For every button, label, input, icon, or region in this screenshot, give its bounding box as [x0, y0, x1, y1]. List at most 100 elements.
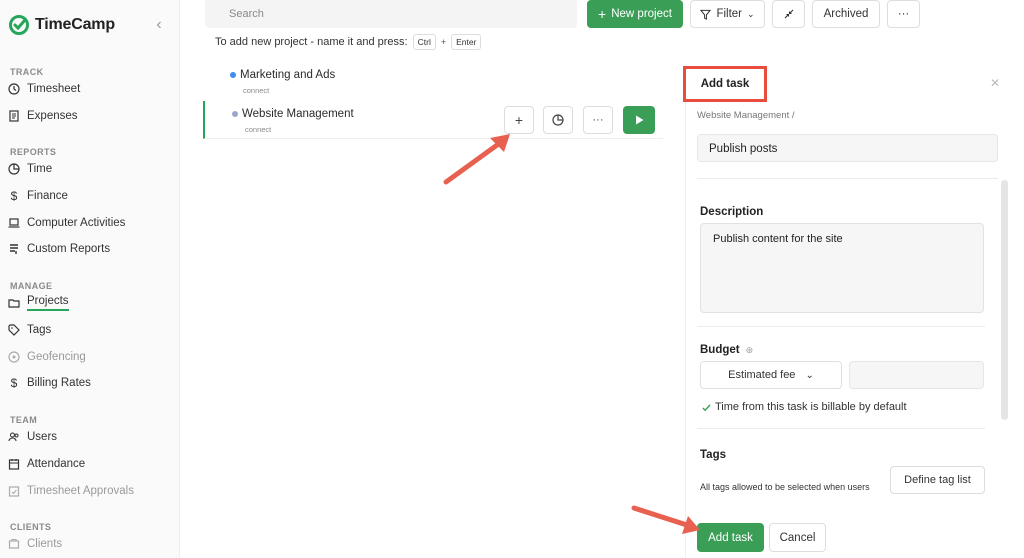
sidebar-item-finance[interactable]: $ Finance	[8, 185, 173, 207]
users-icon	[8, 431, 20, 443]
collapse-sidebar-icon[interactable]: ‹	[152, 16, 166, 34]
sidebar-item-time[interactable]: Time	[8, 158, 173, 180]
sidebar: TimeCamp ‹ TRACK Timesheet Expenses REPO…	[0, 0, 180, 558]
sidebar-item-expenses[interactable]: Expenses	[8, 105, 173, 127]
description-textarea[interactable]: Publish content for the site	[700, 223, 984, 313]
archived-button[interactable]: Archived	[812, 0, 880, 28]
tags-hint: All tags allowed to be selected when use…	[700, 482, 870, 492]
billable-text: Time from this task is billable by defau…	[715, 401, 907, 413]
panel-title: Add task	[700, 78, 750, 90]
panel-scrollbar[interactable]	[1001, 180, 1008, 420]
start-timer-button[interactable]	[623, 106, 655, 134]
cancel-button[interactable]: Cancel	[769, 523, 826, 552]
search-input[interactable]: Search	[205, 0, 577, 28]
project-name[interactable]: Website Management	[242, 108, 354, 120]
sidebar-item-label: Attendance	[27, 458, 86, 470]
project-connect-link[interactable]: connect	[245, 125, 271, 134]
project-color-dot	[230, 72, 236, 78]
folder-icon	[8, 297, 20, 309]
archived-label: Archived	[823, 8, 869, 20]
sidebar-item-timesheet[interactable]: Timesheet	[8, 78, 173, 100]
more-options-button[interactable]: ···	[887, 0, 920, 28]
sidebar-item-timesheet-approvals[interactable]: Timesheet Approvals	[8, 480, 173, 502]
sidebar-item-attendance[interactable]: Attendance	[8, 453, 173, 475]
sidebar-item-label: Clients	[27, 538, 63, 550]
project-more-button[interactable]: ···	[583, 106, 613, 134]
section-clients: CLIENTS	[10, 522, 52, 532]
sidebar-item-label: Time	[27, 163, 53, 175]
timecamp-logo-icon	[9, 15, 29, 35]
app-name: TimeCamp	[35, 16, 115, 33]
project-connect-link[interactable]: connect	[243, 86, 269, 95]
budget-type-value: Estimated fee	[728, 369, 796, 381]
kbd-ctrl: Ctrl	[412, 34, 436, 50]
collapse-arrows-icon	[784, 9, 793, 19]
sidebar-item-label: Billing Rates	[27, 377, 91, 389]
more-horizontal-icon: ···	[592, 114, 604, 126]
divider	[697, 428, 985, 429]
receipt-icon	[8, 110, 20, 122]
sidebar-item-label: Finance	[27, 190, 68, 202]
add-task-submit-button[interactable]: Add task	[697, 523, 764, 552]
pie-icon	[8, 163, 20, 175]
panel-title-highlight: Add task	[683, 66, 767, 102]
dollar-icon: $	[10, 189, 18, 203]
sidebar-item-users[interactable]: Users	[8, 426, 173, 448]
project-list: Marketing and Ads connect Website Manage…	[203, 62, 663, 140]
section-team: TEAM	[10, 415, 38, 425]
sidebar-item-custom-reports[interactable]: Custom Reports	[8, 238, 173, 260]
tags-label: Tags	[700, 449, 726, 461]
task-name-input[interactable]: Publish posts	[697, 134, 998, 162]
divider	[697, 326, 985, 327]
budget-label: Budget ⊛	[700, 344, 753, 356]
sidebar-item-label: Geofencing	[27, 351, 86, 363]
sidebar-item-projects[interactable]: Projects	[8, 292, 173, 314]
play-icon	[636, 115, 644, 125]
dollar-icon: $	[10, 376, 18, 390]
info-icon[interactable]: ⊛	[746, 345, 754, 355]
sidebar-item-label: Custom Reports	[27, 243, 111, 255]
section-reports: REPORTS	[10, 147, 57, 157]
section-track: TRACK	[10, 67, 44, 77]
filter-label: Filter	[716, 8, 742, 20]
sidebar-item-label: Projects	[27, 295, 69, 311]
calendar-icon	[8, 458, 20, 470]
tag-icon	[8, 324, 20, 336]
project-color-dot	[232, 111, 238, 117]
define-tag-list-button[interactable]: Define tag list	[890, 466, 985, 494]
sidebar-item-label: Tags	[27, 324, 52, 336]
filter-button[interactable]: Filter ⌄	[690, 0, 765, 28]
client-icon	[8, 538, 20, 550]
more-horizontal-icon: ···	[897, 8, 910, 20]
chart-pie-icon	[552, 114, 564, 126]
approval-icon	[8, 485, 20, 497]
project-row[interactable]: Marketing and Ads connect	[203, 62, 663, 100]
add-task-button[interactable]: +	[504, 106, 534, 134]
sidebar-item-label: Timesheet	[27, 83, 81, 95]
sidebar-item-computer-activities[interactable]: Computer Activities	[8, 212, 173, 234]
sidebar-item-tags[interactable]: Tags	[8, 319, 173, 341]
kbd-plus: +	[440, 37, 447, 47]
app-logo[interactable]: TimeCamp	[8, 14, 115, 36]
plus-icon: +	[514, 112, 524, 128]
sidebar-item-label: Users	[27, 431, 58, 443]
plus-icon: +	[598, 6, 607, 22]
new-project-button[interactable]: + New project	[587, 0, 683, 28]
add-project-hint: To add new project - name it and press: …	[215, 34, 482, 50]
collapse-all-button[interactable]	[772, 0, 805, 28]
project-stats-button[interactable]	[543, 106, 573, 134]
divider	[697, 178, 998, 179]
sidebar-item-label: Timesheet Approvals	[27, 485, 134, 497]
check-icon	[702, 403, 711, 411]
sidebar-item-geofencing[interactable]: Geofencing	[8, 346, 173, 368]
section-manage: MANAGE	[10, 281, 53, 291]
sidebar-item-billing-rates[interactable]: $ Billing Rates	[8, 372, 173, 394]
chevron-down-icon: ⌄	[805, 369, 814, 381]
budget-amount-input[interactable]	[849, 361, 984, 389]
budget-label-text: Budget	[700, 344, 740, 356]
budget-type-dropdown[interactable]: Estimated fee ⌄	[700, 361, 842, 389]
close-icon[interactable]: ✕	[990, 76, 1000, 90]
project-name[interactable]: Marketing and Ads	[240, 69, 335, 81]
sidebar-item-clients[interactable]: Clients	[8, 533, 173, 555]
hint-text: To add new project - name it and press:	[215, 36, 408, 48]
